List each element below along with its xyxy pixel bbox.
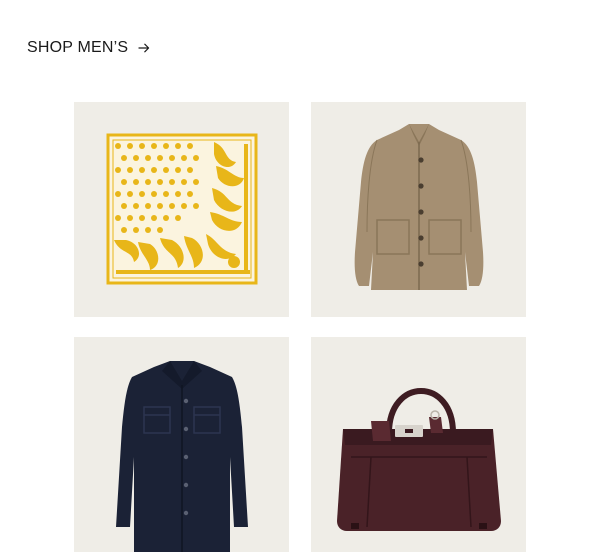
shop-mens-link[interactable]: SHOP MEN’S [27, 38, 150, 58]
shop-mens-label: SHOP MEN’S [27, 39, 129, 56]
arrow-right-icon [138, 43, 150, 53]
product-tile-pocket-square[interactable] [74, 102, 289, 317]
product-tile-tan-jacket[interactable] [311, 102, 526, 317]
navy-shirt-jacket-image [116, 361, 248, 552]
leather-duffel-image [337, 388, 501, 531]
pocket-square-image [106, 133, 258, 285]
tan-jacket-image [354, 124, 484, 290]
product-tile-navy-shirt-jacket[interactable] [74, 337, 289, 552]
product-tile-leather-duffel[interactable] [311, 337, 526, 552]
